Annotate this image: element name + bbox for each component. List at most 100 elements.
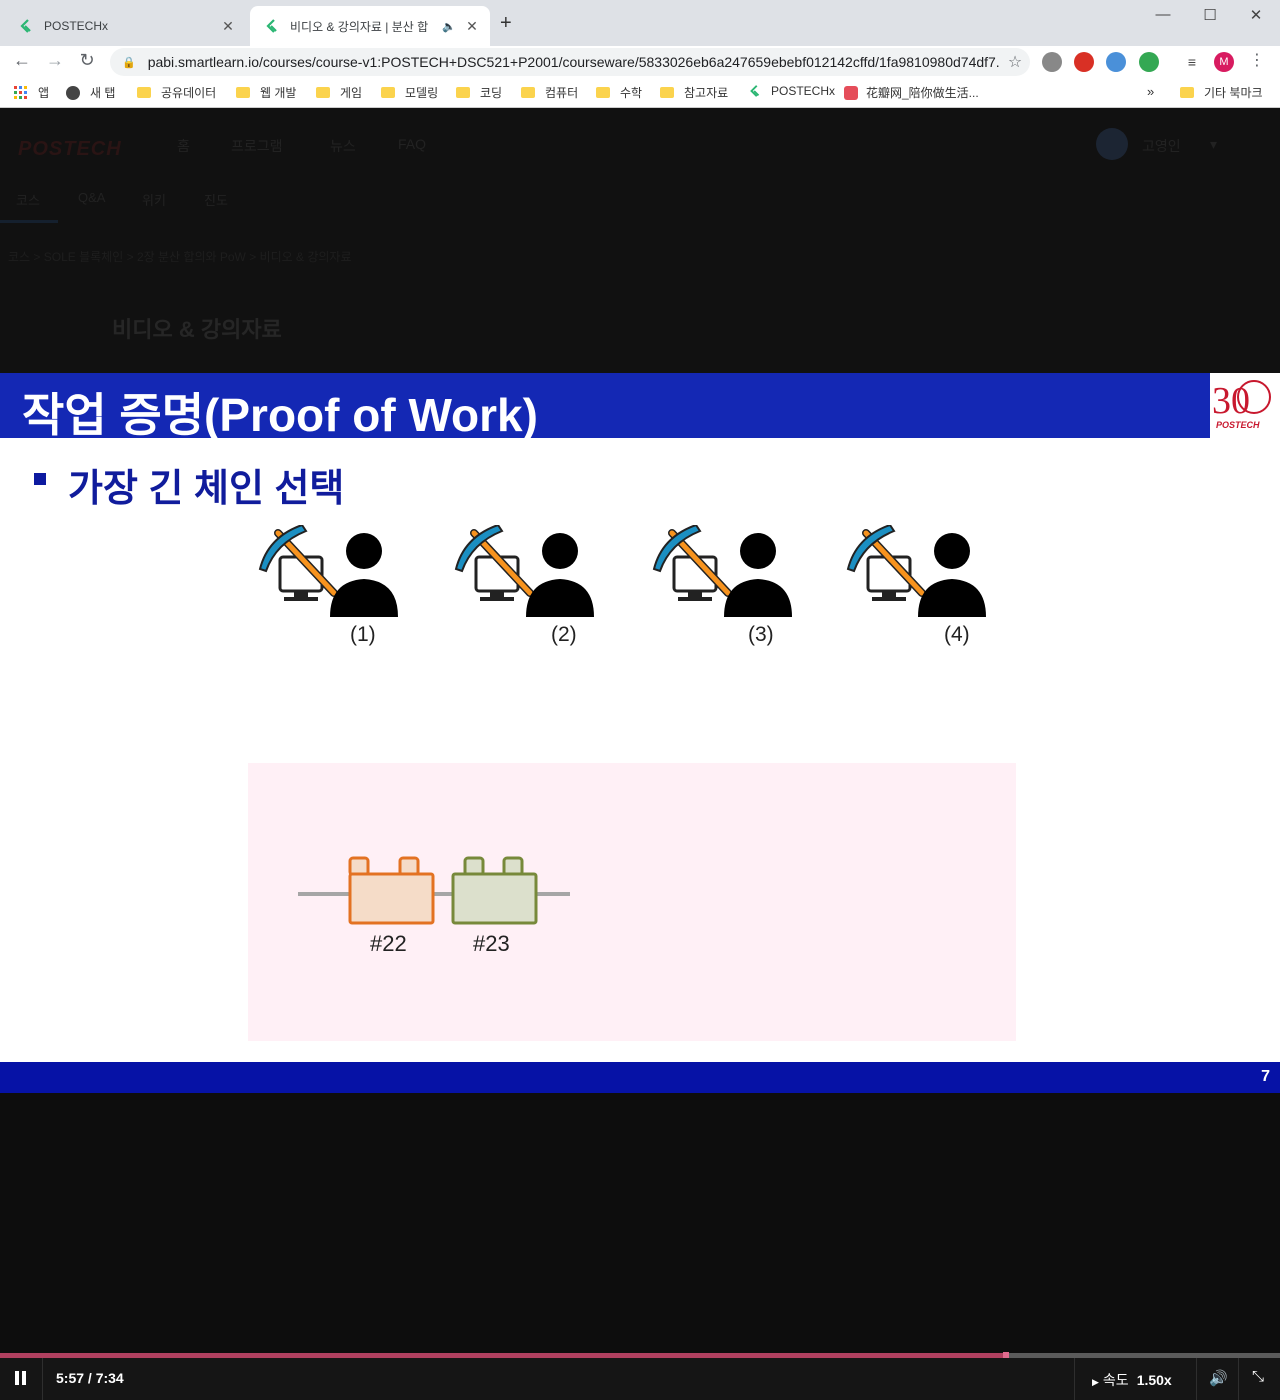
bookmark-folder[interactable]: 참고자료: [660, 84, 728, 101]
nav-home[interactable]: 홈: [177, 136, 190, 156]
forward-button[interactable]: →: [43, 50, 67, 71]
time-display: 5:57 / 7:34: [56, 1370, 124, 1386]
bookmark-folder[interactable]: 수학: [596, 84, 642, 101]
more-bookmarks-button[interactable]: »: [1147, 84, 1154, 99]
bookmark-folder[interactable]: 게임: [316, 84, 362, 101]
miner-label: (2): [551, 623, 577, 646]
bookmark-label: 참고자료: [684, 86, 729, 100]
block-label: #22: [370, 931, 407, 956]
slide-footer-bar: 7: [0, 1062, 1280, 1093]
extension-shield-icon[interactable]: [1139, 52, 1159, 72]
bookmark-huaban[interactable]: 花瓣网_陪你做生活...: [844, 84, 979, 101]
block-label: #23: [473, 931, 510, 956]
folder-icon: [1180, 87, 1194, 98]
folder-icon: [456, 87, 470, 98]
folder-icon: [236, 87, 250, 98]
bookmark-folder[interactable]: 웹 개발: [236, 84, 296, 101]
folder-icon: [381, 87, 395, 98]
miner-icon: [454, 525, 594, 617]
close-tab-icon[interactable]: ✕: [218, 18, 238, 35]
apps-grid-icon: [14, 85, 27, 99]
extension-cloud-icon[interactable]: [1042, 52, 1062, 72]
video-slide[interactable]: 작업 증명(Proof of Work) 30 POSTECH 가장 긴 체인 …: [0, 373, 1280, 1093]
tab-qna[interactable]: Q&A: [78, 190, 105, 205]
bookmark-new-tab[interactable]: 새 탭: [66, 84, 115, 101]
tab-title: POSTECHx: [44, 19, 109, 33]
bookmark-label: 게임: [340, 86, 363, 100]
user-name[interactable]: 고영인: [1142, 136, 1181, 156]
bookmark-label: 花瓣网_陪你做生活...: [866, 86, 979, 100]
tab-course[interactable]: 코스: [16, 190, 40, 209]
chevron-down-icon[interactable]: ▾: [1210, 136, 1217, 153]
pause-icon[interactable]: [14, 1371, 28, 1385]
extension-red-icon[interactable]: [1074, 52, 1094, 72]
maximize-button[interactable]: ☐: [1187, 6, 1233, 24]
bookmark-apps[interactable]: 앱: [14, 84, 49, 101]
bookmark-postechx[interactable]: POSTECHx: [748, 84, 835, 98]
nav-news[interactable]: 뉴스: [330, 136, 356, 156]
huaban-icon: [844, 85, 858, 100]
slide-page-number: 7: [1261, 1068, 1270, 1085]
tab-progress[interactable]: 진도: [204, 190, 228, 209]
browser-tab-bar: POSTECHx ✕ 비디오 & 강의자료 | 분산 합 🔈 ✕ + — ☐ ✕: [0, 0, 1280, 46]
bookmark-star-icon[interactable]: ☆: [1000, 52, 1030, 72]
bookmark-label: POSTECHx: [771, 84, 836, 98]
bullet-icon: [34, 473, 46, 485]
folder-icon: [316, 87, 330, 98]
media-control-icon[interactable]: ≡: [1182, 52, 1202, 72]
bookmark-folder[interactable]: 코딩: [456, 84, 502, 101]
back-button[interactable]: ←: [10, 50, 34, 71]
browser-toolbar: ← → ↻ 🔒 pabi.smartlearn.io/courses/cours…: [0, 46, 1280, 78]
svg-text:30: 30: [1212, 380, 1250, 422]
browser-menu-icon[interactable]: ⋮: [1245, 50, 1269, 70]
bookmark-folder[interactable]: 컴퓨터: [521, 84, 578, 101]
slide-title-bar: 작업 증명(Proof of Work): [0, 373, 1210, 441]
postech-30th-anniversary-logo: 30 POSTECH: [1210, 373, 1280, 438]
speed-button[interactable]: ▶ 속도 1.50x: [1092, 1370, 1172, 1390]
reload-button[interactable]: ↻: [75, 50, 99, 71]
miner-icon: [652, 525, 792, 617]
bookmark-label: 기타 북마크: [1204, 86, 1263, 100]
block-23-icon: [451, 856, 538, 925]
divider: [1238, 1358, 1239, 1400]
tab-wiki[interactable]: 위키: [142, 190, 166, 209]
audio-playing-icon[interactable]: 🔈: [442, 20, 456, 33]
volume-icon[interactable]: 🔊: [1209, 1369, 1228, 1387]
nav-faq[interactable]: FAQ: [398, 136, 426, 152]
folder-icon: [596, 87, 610, 98]
profile-avatar[interactable]: M: [1214, 52, 1234, 72]
window-close-button[interactable]: ✕: [1233, 6, 1279, 24]
postechx-favicon-icon: [20, 19, 31, 33]
user-avatar[interactable]: [1096, 128, 1128, 160]
bookmark-folder[interactable]: 공유데이터: [137, 84, 216, 101]
miner-icon: [846, 525, 986, 617]
folder-icon: [660, 87, 674, 98]
nav-programs[interactable]: 프로그램: [231, 136, 283, 156]
exit-fullscreen-icon[interactable]: ⤡: [1252, 1368, 1264, 1385]
new-tab-button[interactable]: +: [500, 12, 512, 35]
site-logo[interactable]: POSTECH: [18, 138, 122, 161]
speed-label: 속도: [1102, 1372, 1129, 1388]
address-bar[interactable]: 🔒 pabi.smartlearn.io/courses/course-v1:P…: [110, 48, 1030, 76]
url-text: pabi.smartlearn.io/courses/course-v1:POS…: [147, 54, 1000, 70]
bookmark-label: 모델링: [405, 86, 439, 100]
miner-icon: [258, 525, 398, 617]
tab-video-lecture[interactable]: 비디오 & 강의자료 | 분산 합 🔈 ✕: [250, 6, 490, 46]
blockchain-area: [248, 763, 1016, 1041]
extension-blue-icon[interactable]: [1106, 52, 1126, 72]
bookmark-folder[interactable]: 모델링: [381, 84, 438, 101]
bookmark-label: 컴퓨터: [545, 86, 579, 100]
tab-postechx[interactable]: POSTECHx ✕: [4, 6, 246, 46]
video-controls: 5:57 / 7:34 ▶ 속도 1.50x 🔊 ⤡: [0, 1358, 1280, 1400]
bookmark-label: 공유데이터: [161, 86, 217, 100]
close-tab-icon[interactable]: ✕: [462, 18, 482, 35]
bookmark-label: 새 탭: [90, 86, 116, 100]
postechx-favicon-icon: [750, 85, 760, 97]
folder-icon: [521, 87, 535, 98]
other-bookmarks-folder[interactable]: 기타 북마크: [1180, 84, 1263, 101]
slide-subtitle: 가장 긴 체인 선택: [68, 468, 345, 510]
slide-title: 작업 증명(Proof of Work): [22, 389, 538, 441]
caret-right-icon: ▶: [1092, 1377, 1099, 1387]
minimize-button[interactable]: —: [1140, 6, 1186, 23]
lock-icon: 🔒: [122, 56, 136, 69]
